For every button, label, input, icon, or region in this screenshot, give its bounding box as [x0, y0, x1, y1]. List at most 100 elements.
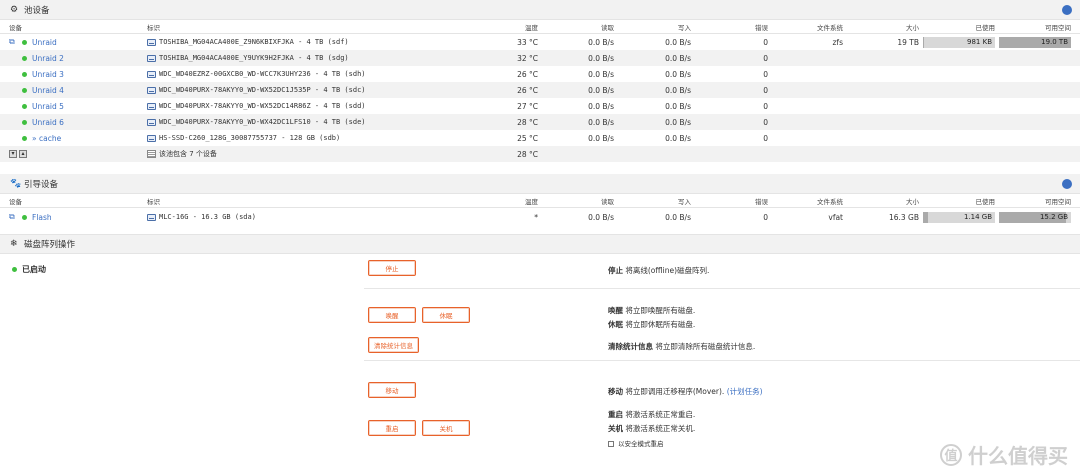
pool-summary-temp: 28 °C	[517, 149, 538, 159]
pool-section-title: 池设备	[24, 5, 50, 16]
device-link[interactable]: Unraid 2	[32, 54, 64, 63]
device-errors: 0	[763, 117, 768, 127]
status-dot-icon	[12, 267, 17, 272]
spin-up-description: 唤醒 将立即唤醒所有磁盘.	[608, 306, 696, 315]
disk-icon	[147, 38, 156, 46]
shutdown-description: 关机 将激活系统正常关机.	[608, 424, 696, 433]
external-link-icon[interactable]: ⧉	[9, 37, 18, 47]
disk-icon	[147, 134, 156, 142]
device-read: 0.0 B/s	[588, 133, 614, 143]
paw-icon: 🐾	[10, 178, 22, 189]
device-link[interactable]: Unraid 5	[32, 102, 64, 111]
safe-mode-checkbox[interactable]	[608, 441, 614, 447]
device-read: 0.0 B/s	[588, 85, 614, 95]
device-link[interactable]: Unraid	[32, 38, 57, 47]
array-status-text: 已启动	[22, 265, 46, 274]
device-link[interactable]: Unraid 6	[32, 118, 64, 127]
move-description: 移动 将立即调用迁移程序(Mover). (计划任务)	[608, 387, 763, 396]
dashboard-icon[interactable]	[1062, 179, 1072, 189]
table-row: ⧉ Unraid TOSHIBA_MG04ACA400E_Z9N6KBIXFJK…	[0, 34, 1080, 50]
clear-stats-button[interactable]: 清除统计信息	[368, 337, 419, 353]
spin-down-button[interactable]: 休眠	[422, 307, 470, 323]
device-write: 0.0 B/s	[665, 101, 691, 111]
device-link[interactable]: Flash	[32, 213, 52, 222]
status-dot-icon	[22, 119, 27, 125]
schedule-link[interactable]: (计划任务)	[727, 387, 763, 396]
stop-button[interactable]: 停止	[368, 260, 416, 276]
col-write: 写入	[678, 197, 691, 206]
collapse-icon[interactable]: ▴	[19, 150, 27, 158]
col-size: 大小	[906, 23, 919, 32]
device-link[interactable]: » cache	[32, 134, 61, 143]
table-row: Unraid 6 WDC_WD40PURX-78AKYY0_WD-WX42DC1…	[0, 114, 1080, 130]
reboot-description: 重启 将激活系统正常重启.	[608, 410, 696, 419]
device-temp: 25 °C	[517, 133, 538, 143]
gear-icon: ⚙	[10, 4, 19, 15]
table-row: » cache HS-SSD-C260_128G_30087755737 - 1…	[0, 130, 1080, 146]
divider	[364, 288, 1080, 289]
device-errors: 0	[763, 69, 768, 79]
status-dot-icon	[22, 39, 27, 45]
device-temp: 26 °C	[517, 85, 538, 95]
shutdown-button[interactable]: 关机	[422, 420, 470, 436]
device-link[interactable]: Unraid 3	[32, 70, 64, 79]
spin-up-button[interactable]: 唤醒	[368, 307, 416, 323]
device-read: 0.0 B/s	[588, 37, 614, 47]
col-read: 读取	[601, 197, 614, 206]
col-free: 可用空间	[1045, 23, 1071, 32]
watermark: 值 什么值得买	[940, 440, 1068, 469]
disk-icon	[147, 54, 156, 62]
disk-icon	[147, 70, 156, 78]
status-dot-icon	[22, 135, 27, 141]
device-id: TOSHIBA_MG04ACA400E_Z9N6KBIXFJKA - 4 TB …	[159, 38, 349, 46]
device-write: 0.0 B/s	[665, 53, 691, 63]
free-bar: 15.2 GB	[999, 211, 1071, 223]
device-write: 0.0 B/s	[665, 133, 691, 143]
device-errors: 0	[763, 133, 768, 143]
device-errors: 0	[763, 85, 768, 95]
device-id: WDC_WD40PURX-78AKYY0_WD-WX42DC1LFS10 - 4…	[159, 118, 366, 126]
list-icon	[147, 150, 156, 158]
disk-icon	[147, 102, 156, 110]
col-id: 标识	[147, 23, 160, 32]
device-temp: 32 °C	[517, 53, 538, 63]
col-errors: 错误	[755, 197, 768, 206]
array-operations-section: ❄ 磁盘阵列操作 已启动 停止 停止 将离线(offline)磁盘阵列. 唤醒 …	[0, 234, 1080, 475]
usb-drive-icon	[147, 213, 156, 221]
table-row: ⧉ Flash MLC-16G - 16.3 GB (sda) * 0.0 B/…	[0, 208, 1080, 226]
dashboard-icon[interactable]	[1062, 5, 1072, 15]
watermark-logo-icon: 值	[940, 443, 962, 466]
used-bar: 1.14 GB	[923, 211, 995, 223]
array-status: 已启动	[12, 264, 46, 275]
reboot-button[interactable]: 重启	[368, 420, 416, 436]
col-size: 大小	[906, 197, 919, 206]
status-dot-icon	[22, 214, 27, 220]
device-fs: zfs	[832, 37, 844, 47]
device-id: WDC_WD40PURX-78AKYY0_WD-WX52DC1J535P - 4…	[159, 86, 366, 94]
move-button[interactable]: 移动	[368, 382, 416, 398]
device-fs: vfat	[828, 212, 843, 222]
external-link-icon[interactable]: ⧉	[9, 212, 18, 222]
col-errors: 错误	[755, 23, 768, 32]
col-fs: 文件系统	[817, 23, 843, 32]
stop-description: 停止 将离线(offline)磁盘阵列.	[608, 266, 710, 275]
col-free: 可用空间	[1045, 197, 1071, 206]
device-temp: 28 °C	[517, 117, 538, 127]
disk-icon	[147, 118, 156, 126]
device-link[interactable]: Unraid 4	[32, 86, 64, 95]
device-errors: 0	[763, 53, 768, 63]
expand-icon[interactable]: ▾	[9, 150, 17, 158]
safe-mode-label: 以安全模式重启	[618, 440, 664, 448]
safe-mode-option: 以安全模式重启	[608, 438, 664, 448]
boot-table-header: 设备 标识 温度 读取 写入 错误 文件系统 大小 已使用 可用空间	[0, 194, 1080, 208]
free-bar: 19.0 TB	[999, 36, 1071, 48]
device-temp: 27 °C	[517, 101, 538, 111]
divider	[364, 360, 1080, 361]
spin-down-description: 休眠 将立即休眠所有磁盘.	[608, 320, 696, 329]
device-size: 19 TB	[897, 37, 919, 47]
boot-devices-section: 🐾 引导设备 设备 标识 温度 读取 写入 错误 文件系统 大小 已使用 可用空…	[0, 174, 1080, 226]
used-bar: 981 KB	[923, 36, 995, 48]
device-read: 0.0 B/s	[588, 212, 614, 222]
disk-icon	[147, 86, 156, 94]
status-dot-icon	[22, 87, 27, 93]
